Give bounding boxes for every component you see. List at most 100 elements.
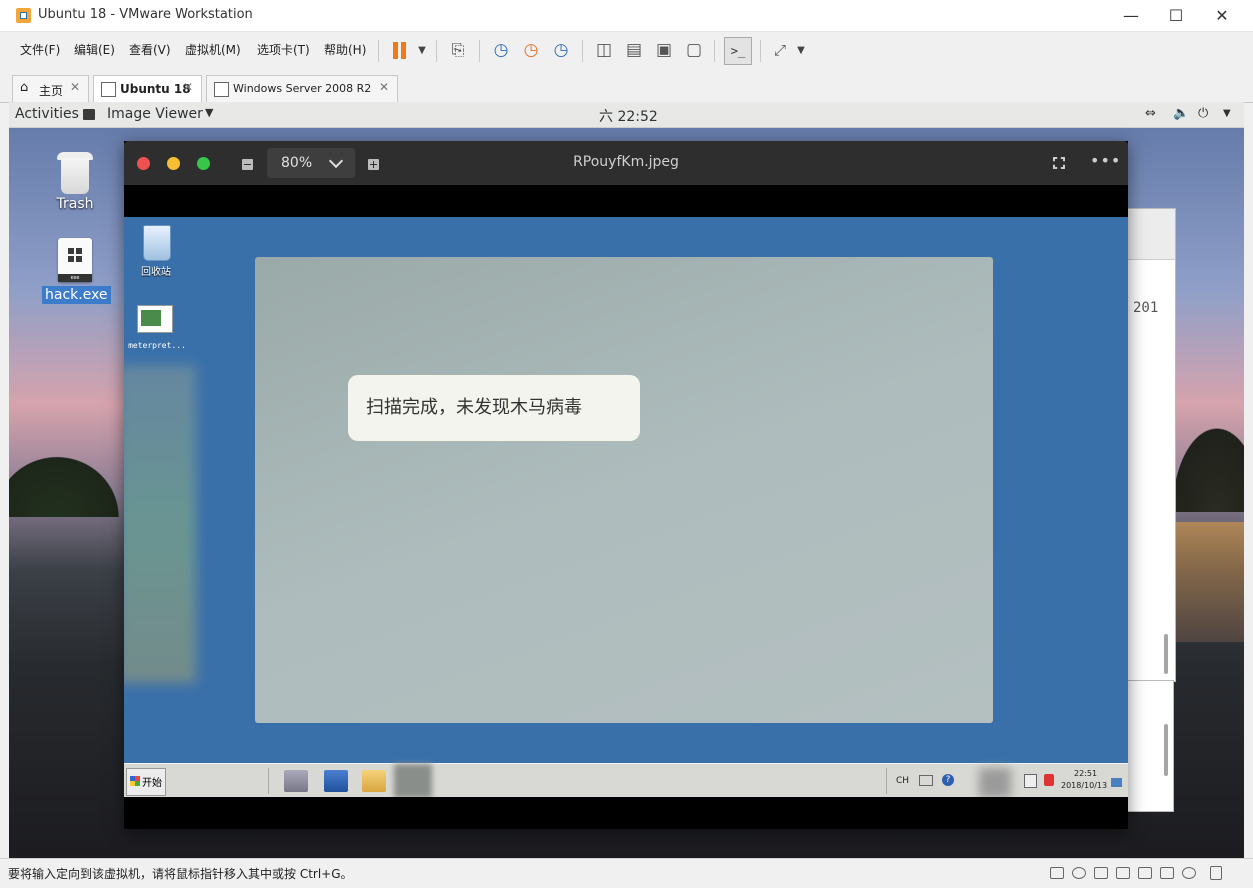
explorer-icon bbox=[362, 770, 386, 792]
tab-label: Ubuntu 18 bbox=[120, 82, 191, 96]
message-log-icon[interactable] bbox=[1210, 866, 1222, 880]
library-view-icon[interactable]: ◫ bbox=[592, 38, 616, 62]
scrollbar[interactable] bbox=[1164, 634, 1168, 674]
scan-message-box: 扫描完成，未发现木马病毒 bbox=[348, 375, 640, 441]
help-icon: ? bbox=[942, 774, 954, 786]
tray-date: 2018/10/13 bbox=[1061, 781, 1108, 790]
guest-display[interactable]: Activities Image Viewer ▼ 六 22:52 ⇔ 🔈 ⏻ … bbox=[9, 102, 1244, 858]
tab-windows-server[interactable]: Windows Server 2008 R2 ✕ bbox=[206, 75, 398, 102]
network-adapter-icon[interactable] bbox=[1094, 867, 1108, 879]
wallpaper-shore bbox=[1169, 422, 1244, 512]
start-label: 开始 bbox=[142, 778, 162, 789]
start-button: 开始 bbox=[126, 768, 166, 796]
stretch-dropdown-chevron-icon[interactable]: ▼ bbox=[789, 38, 813, 62]
scrollbar[interactable] bbox=[1164, 724, 1168, 776]
volume-icon[interactable]: 🔈 bbox=[1173, 106, 1189, 121]
hard-disk-icon[interactable] bbox=[1050, 867, 1064, 879]
menu-view[interactable]: 查看(V) bbox=[129, 41, 171, 58]
toolbar-separator bbox=[436, 40, 437, 62]
close-icon[interactable]: ✕ bbox=[379, 80, 389, 94]
clock[interactable]: 六 22:52 bbox=[599, 106, 658, 126]
trash-icon[interactable] bbox=[57, 150, 93, 194]
display-icon[interactable] bbox=[1182, 867, 1196, 879]
usb-icon[interactable] bbox=[1116, 867, 1130, 879]
unity-view-icon[interactable]: ▢ bbox=[682, 38, 706, 62]
thumbnail-view-icon[interactable]: ▤ bbox=[622, 38, 646, 62]
image-viewer-window[interactable]: 80% RPouyfKm.jpeg ••• 回收站 meterpret... 扫… bbox=[124, 141, 1128, 829]
toolbar-separator bbox=[760, 40, 761, 62]
windows-taskbar: 开始 CH ? 22:51 2018/10/13 bbox=[124, 763, 1128, 797]
power-icon[interactable]: ⏻ bbox=[1198, 106, 1208, 121]
revert-snapshot-icon[interactable]: ◷ bbox=[519, 38, 543, 62]
vmware-logo-icon bbox=[16, 8, 31, 23]
app-menu[interactable]: Image Viewer bbox=[107, 106, 203, 122]
minimize-button[interactable]: — bbox=[1108, 0, 1154, 31]
tab-label: 主页 bbox=[39, 84, 64, 98]
close-button[interactable]: ✕ bbox=[1199, 0, 1245, 31]
blurred-region bbox=[124, 365, 196, 683]
toolbar-separator bbox=[479, 40, 480, 62]
taskbar-separator bbox=[268, 768, 269, 794]
toolbar-separator bbox=[714, 40, 715, 62]
network-tray-icon bbox=[1024, 774, 1037, 788]
maximize-button[interactable]: ☐ bbox=[1153, 0, 1199, 31]
menu-file[interactable]: 文件(F) bbox=[20, 41, 60, 58]
language-indicator: CH bbox=[896, 776, 910, 786]
close-icon[interactable]: ✕ bbox=[70, 80, 80, 94]
network-icon[interactable]: ⇔ bbox=[1145, 106, 1156, 121]
full-screen-icon[interactable]: ▣ bbox=[652, 38, 676, 62]
pause-icon[interactable] bbox=[389, 39, 411, 63]
vm-icon bbox=[101, 82, 116, 97]
desktop-icon-label[interactable]: hack.exe bbox=[42, 286, 111, 304]
console-view-icon[interactable]: >_ bbox=[724, 37, 752, 65]
keyboard-icon bbox=[919, 775, 933, 786]
tray-time: 22:51 bbox=[1074, 769, 1098, 778]
menu-tabs[interactable]: 选项卡(T) bbox=[257, 41, 310, 58]
image-file-name: RPouyfKm.jpeg bbox=[573, 154, 679, 170]
window-title: Ubuntu 18 - VMware Workstation bbox=[38, 7, 253, 22]
image-viewer-app-icon bbox=[83, 109, 95, 120]
show-desktop-icon bbox=[1111, 778, 1122, 787]
error-tray-icon bbox=[1044, 774, 1054, 786]
tab-ubuntu-18[interactable]: Ubuntu 18 ✕ bbox=[93, 75, 202, 103]
system-menu-chevron-icon[interactable]: ▼ bbox=[1223, 108, 1231, 119]
snapshot-icon[interactable]: ◷ bbox=[489, 38, 513, 62]
sound-card-icon[interactable] bbox=[1160, 867, 1174, 879]
desktop-icon-label[interactable]: Trash bbox=[39, 196, 111, 212]
background-window-text: 201 bbox=[1133, 300, 1159, 316]
snapshot-manager-icon[interactable]: ◷ bbox=[549, 38, 573, 62]
menu-toolbar: 文件(F) 编辑(E) 查看(V) 虚拟机(M) 选项卡(T) 帮助(H) ▼ … bbox=[0, 32, 1253, 68]
blurred-region bbox=[394, 764, 432, 797]
more-options-icon[interactable]: ••• bbox=[1090, 151, 1121, 170]
close-icon[interactable]: ✕ bbox=[183, 80, 193, 94]
server-manager-icon bbox=[284, 770, 308, 792]
chevron-down-icon[interactable]: ▼ bbox=[205, 106, 213, 119]
menu-edit[interactable]: 编辑(E) bbox=[74, 41, 115, 58]
toolbar-separator bbox=[582, 40, 583, 62]
fullscreen-icon[interactable] bbox=[1053, 157, 1065, 169]
printer-icon[interactable] bbox=[1138, 867, 1152, 879]
powershell-icon bbox=[324, 770, 348, 792]
toolbar-separator bbox=[378, 40, 379, 62]
status-bar: 要将输入定向到该虚拟机，请将鼠标指针移入其中或按 Ctrl+G。 bbox=[0, 858, 1253, 888]
image-icon-label: 回收站 bbox=[141, 267, 171, 278]
cd-drive-icon[interactable] bbox=[1072, 867, 1086, 879]
displayed-image: 回收站 meterpret... 扫描完成，未发现木马病毒 开始 CH ? 22… bbox=[124, 217, 1128, 797]
image-icon-label: meterpret... bbox=[128, 341, 186, 350]
program-icon bbox=[137, 305, 173, 333]
vm-icon bbox=[214, 82, 229, 97]
activities-button[interactable]: Activities bbox=[15, 106, 79, 122]
tab-bar: ⌂ 主页 ✕ Ubuntu 18 ✕ Windows Server 2008 R… bbox=[0, 69, 1253, 103]
tab-home[interactable]: ⌂ 主页 ✕ bbox=[12, 75, 89, 102]
exe-file-icon[interactable]: exe bbox=[58, 238, 92, 282]
menu-help[interactable]: 帮助(H) bbox=[324, 41, 366, 58]
image-viewer-header: 80% RPouyfKm.jpeg ••• bbox=[124, 141, 1128, 185]
home-icon: ⌂ bbox=[20, 80, 29, 95]
tab-label: Windows Server 2008 R2 bbox=[233, 82, 372, 95]
power-dropdown-chevron-icon[interactable]: ▼ bbox=[410, 38, 434, 62]
taskbar-separator bbox=[886, 768, 887, 794]
wallpaper-shore bbox=[9, 447, 129, 517]
menu-vm[interactable]: 虚拟机(M) bbox=[185, 41, 241, 58]
blurred-region bbox=[979, 768, 1011, 797]
send-ctrl-alt-del-icon[interactable]: ⎘ bbox=[446, 38, 470, 62]
